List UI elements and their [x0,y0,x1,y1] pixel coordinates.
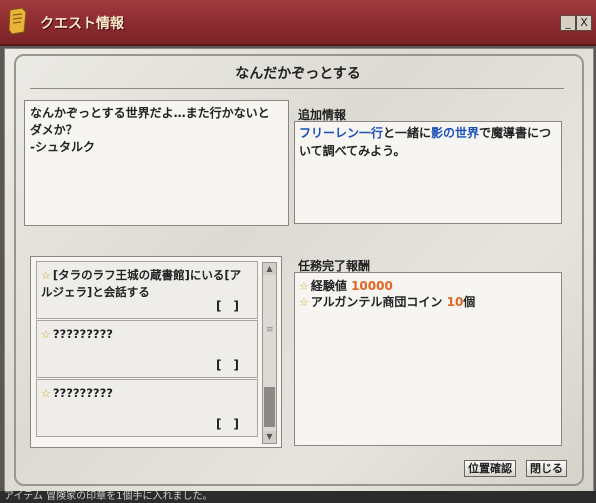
objective-line: ????????? [52,386,113,400]
scroll-up-icon[interactable]: ▲ [263,263,276,275]
rewards-heading: 任務完了報酬 [298,259,371,273]
extra-info-text: フリーレン一行と一緒に影の世界で魔導書について調べてみよう。 [299,124,557,160]
text-segment: で魔導書につ [479,126,552,140]
minimize-button[interactable]: _ [560,15,576,31]
star-icon: ☆ [41,387,51,400]
star-icon: ☆ [41,328,51,341]
objective-text: ☆ [タラのラフ王城の蔵書館]にいる[アルジェラ]と会話する [41,267,251,300]
objective-item[interactable]: ☆ [タラのラフ王城の蔵書館]にいる[アルジェラ]と会話する [ ] [36,261,258,319]
divider [30,88,564,89]
reward-label: 経験値 [310,279,347,293]
objective-status: [ ] [216,299,239,313]
objective-text: ☆????????? [41,326,251,343]
extra-info-heading: 追加情報 [298,108,347,122]
objective-item[interactable]: ☆????????? [ ] [36,320,258,378]
star-icon: ☆ [299,280,309,293]
reward-value: 10000 [351,279,393,293]
reward-item: ☆ アルガンテル商団コイン 10個 [299,293,475,310]
objective-item[interactable]: ☆????????? [ ] [36,379,258,437]
description-line: ダメか？ [30,123,78,137]
quest-description: なんかぞっとする世界だよ…また行かないと ダメか？ -シュタルク [30,105,280,156]
text-segment: と一緒に [383,126,432,140]
scroll-grip-icon: ≡ [266,325,274,335]
title-bar[interactable]: クエスト情報 _ X [0,0,596,46]
objective-line: ルジェラ]と会話する [41,285,150,299]
objective-line: ????????? [52,327,113,341]
reward-suffix: 個 [463,295,476,309]
scroll-thumb[interactable] [264,387,275,427]
objective-text: ☆????????? [41,385,251,402]
text-segment: いて調べてみよう。 [299,144,406,158]
objective-status: [ ] [216,358,239,372]
description-line: -シュタルク [30,140,95,154]
objective-status: [ ] [216,417,239,431]
window-title: クエスト情報 [40,16,124,32]
close-window-button[interactable]: X [576,15,592,31]
star-icon: ☆ [299,296,309,309]
highlight-party: フリーレン一行 [299,126,384,140]
chat-log-line: アイテム 冒険家の印章を1個手に入れました。 [0,491,596,503]
star-icon: ☆ [41,269,51,282]
scroll-icon [8,7,27,35]
objectives-scrollbar[interactable]: ▲ ≡ ▼ [262,262,277,444]
reward-item: ☆ 経験値 10000 [299,277,393,294]
description-line: なんかぞっとする世界だよ…また行かないと [30,106,270,120]
scroll-down-icon[interactable]: ▼ [263,431,276,443]
locate-button[interactable]: 位置確認 [464,460,516,477]
reward-label: アルガンテル商団コイン [310,295,443,309]
close-button[interactable]: 閉じる [526,460,567,477]
reward-value: 10 [446,295,464,309]
objective-line: [タラのラフ王城の蔵書館]にいる[ア [52,268,242,282]
highlight-world: 影の世界 [431,126,480,140]
quest-title: なんだかぞっとする [235,66,361,82]
